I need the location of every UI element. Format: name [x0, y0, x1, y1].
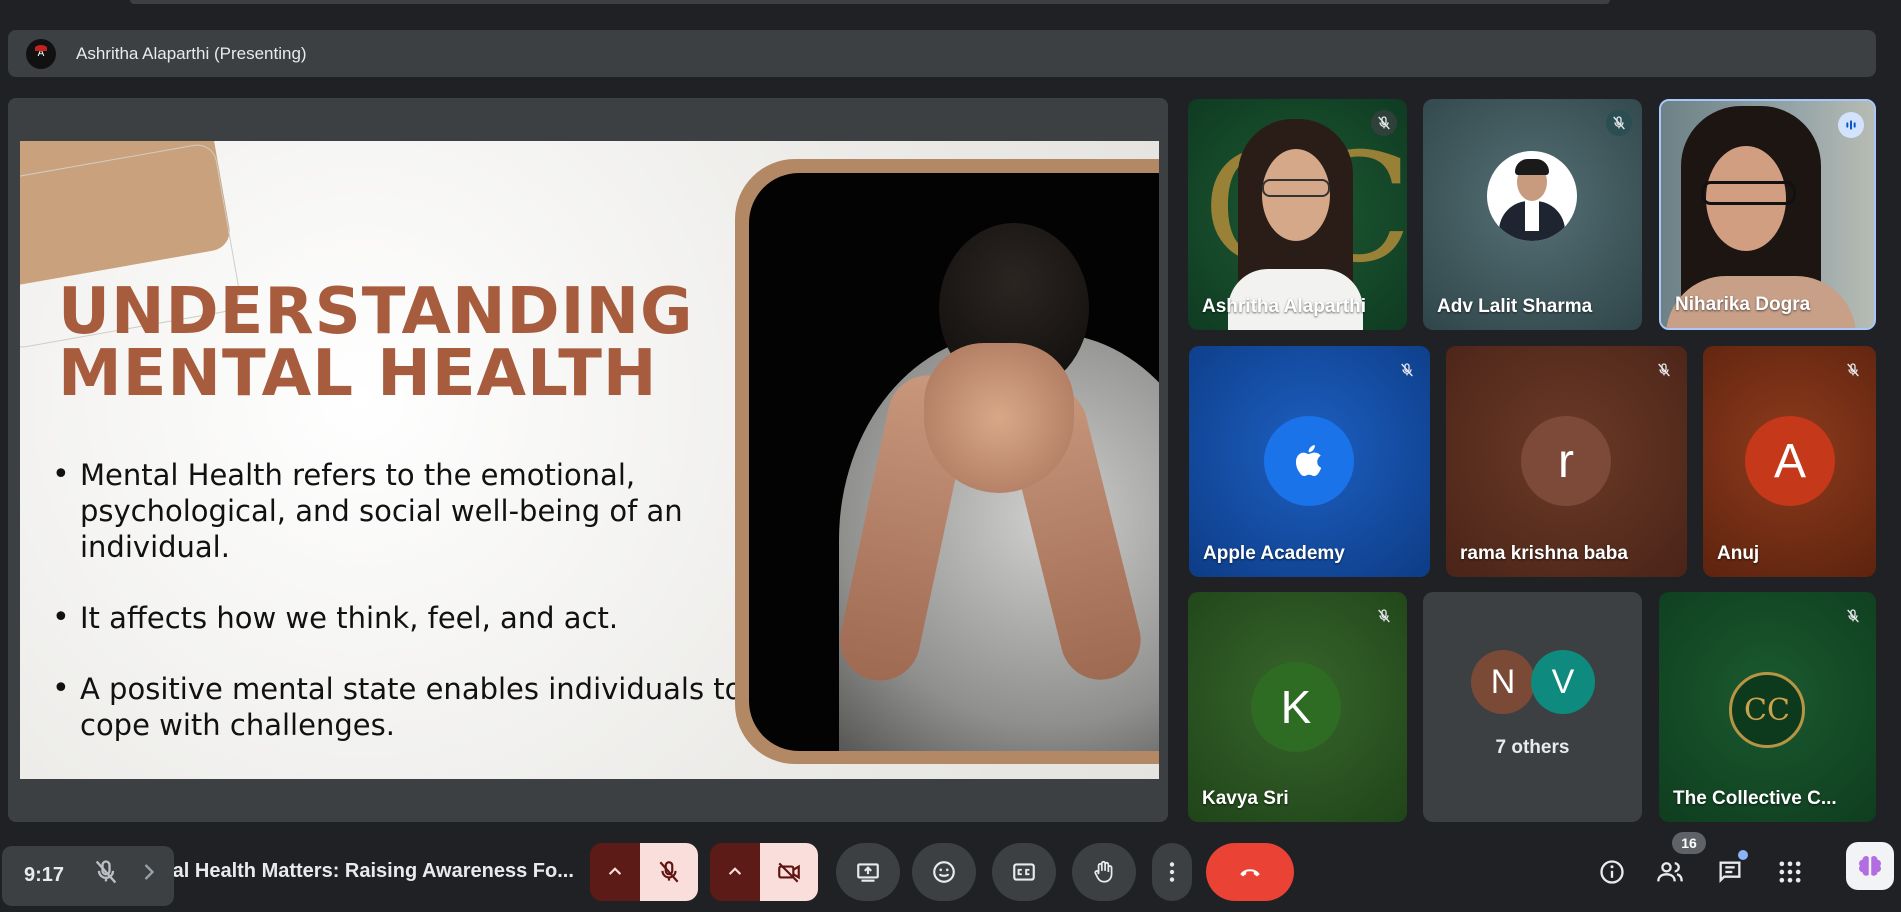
mic-off-icon	[84, 850, 128, 894]
mic-off-icon	[1651, 357, 1677, 383]
avatar: A	[1745, 416, 1835, 506]
speaking-indicator-icon	[1838, 112, 1864, 138]
meeting-clock: 9:17	[24, 864, 65, 886]
participant-name: rama krishna baba	[1460, 543, 1628, 564]
collective-logo-avatar: CC	[1729, 672, 1805, 748]
emoji-icon	[933, 861, 955, 883]
participant-name: Apple Academy	[1203, 543, 1345, 564]
reactions-button[interactable]	[912, 843, 976, 901]
participant-name: Niharika Dogra	[1675, 294, 1811, 315]
slide-bullet: Mental Health refers to the emotional, p…	[52, 457, 762, 565]
slide-bullet: It affects how we think, feel, and act.	[52, 600, 762, 636]
mic-off-icon	[1371, 110, 1397, 136]
chat-icon	[1719, 861, 1741, 883]
avatar	[1487, 151, 1577, 241]
mic-off-icon	[1840, 357, 1866, 383]
slide-bullet: A positive mental state enables individu…	[52, 671, 762, 743]
chevron-up-icon	[608, 867, 622, 875]
raise-hand-icon	[1094, 860, 1113, 883]
apps-grid-icon	[1779, 861, 1801, 883]
captions-button[interactable]	[992, 843, 1056, 901]
meeting-details-button[interactable]	[1590, 850, 1634, 894]
brain-icon	[1859, 856, 1881, 876]
slide-bullet-list: Mental Health refers to the emotional, p…	[52, 457, 762, 778]
participant-tile[interactable]: CC Ashritha Alaparthi	[1188, 99, 1407, 330]
activities-button[interactable]	[1768, 850, 1812, 894]
participant-name: The Collective C...	[1673, 788, 1837, 809]
browser-top-strip	[0, 0, 1901, 8]
avatar: N	[1471, 650, 1535, 714]
present-screen-icon	[857, 863, 879, 882]
participant-tile[interactable]: r rama krishna baba	[1446, 346, 1687, 577]
chevron-up-icon	[728, 867, 742, 875]
people-button[interactable]	[1648, 850, 1692, 894]
presenting-banner: A Ashritha Alaparthi (Presenting)	[8, 30, 1876, 77]
video-options-button[interactable]	[710, 843, 760, 901]
mic-off-icon	[1840, 603, 1866, 629]
raise-hand-button[interactable]	[1072, 843, 1136, 901]
mic-off-icon	[1394, 357, 1420, 383]
mic-off-icon	[1606, 110, 1632, 136]
captions-icon	[1013, 863, 1035, 881]
slide-photo	[749, 173, 1159, 751]
presentation-slide: UNDERSTANDING MENTAL HEALTH Mental Healt…	[20, 141, 1159, 779]
participant-tile[interactable]: K Kavya Sri	[1188, 592, 1407, 822]
more-vert-icon	[1169, 862, 1175, 882]
participant-name: Anuj	[1717, 543, 1760, 564]
audio-options-button[interactable]	[590, 843, 640, 901]
ai-assistant-button[interactable]	[1846, 842, 1894, 890]
participant-tile[interactable]: A Anuj	[1703, 346, 1876, 577]
people-icon	[1657, 862, 1683, 882]
presenter-label: Ashritha Alaparthi (Presenting)	[76, 43, 307, 63]
more-options-button[interactable]	[1152, 843, 1192, 901]
present-screen-button[interactable]	[836, 843, 900, 901]
participant-name: Adv Lalit Sharma	[1437, 296, 1593, 317]
leave-call-button[interactable]	[1206, 843, 1294, 901]
people-count-badge: 16	[1672, 832, 1706, 854]
chevron-right-icon[interactable]	[134, 850, 164, 894]
participant-tile[interactable]: Apple Academy	[1189, 346, 1430, 577]
others-count-label: 7 others	[1495, 737, 1570, 758]
meeting-title: tal Health Matters: Raising Awareness Fo…	[166, 860, 574, 882]
presenter-avatar: A	[26, 38, 56, 69]
apple-logo-avatar	[1264, 416, 1354, 506]
participant-tile[interactable]: Niharika Dogra	[1659, 99, 1876, 330]
camera-off-icon	[778, 862, 800, 883]
participant-name: Kavya Sri	[1202, 788, 1289, 809]
info-icon	[1600, 860, 1624, 884]
end-call-icon	[1240, 869, 1260, 877]
slide-title: UNDERSTANDING MENTAL HEALTH	[58, 275, 694, 411]
avatar: K	[1251, 662, 1341, 752]
avatar: V	[1531, 650, 1595, 714]
camera-toggle-button[interactable]	[760, 843, 818, 901]
others-tile[interactable]: N V 7 others	[1423, 592, 1642, 822]
microphone-toggle-button[interactable]	[640, 843, 698, 901]
mic-off-icon	[659, 861, 679, 883]
shared-screen: UNDERSTANDING MENTAL HEALTH Mental Healt…	[8, 98, 1168, 822]
avatar: r	[1521, 416, 1611, 506]
mic-off-icon	[1371, 603, 1397, 629]
participant-tile[interactable]: CC The Collective C...	[1659, 592, 1876, 822]
participant-tile[interactable]: Adv Lalit Sharma	[1423, 99, 1642, 330]
unread-dot	[1738, 850, 1748, 860]
participant-name: Ashritha Alaparthi	[1202, 296, 1366, 317]
